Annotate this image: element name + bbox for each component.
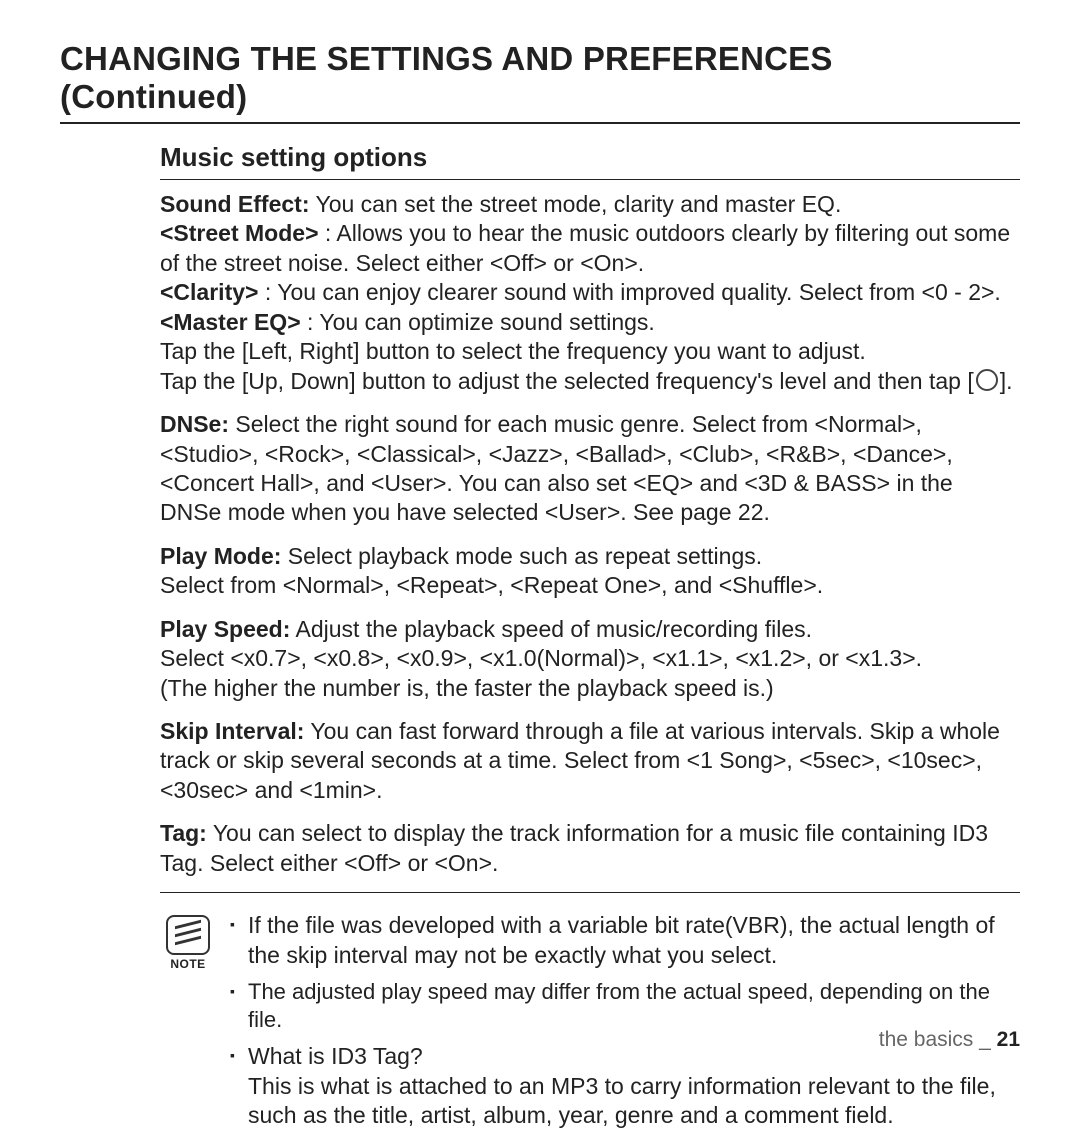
note-item-1: If the file was developed with a variabl… [230,911,1020,970]
sound-effect-label: Sound Effect: [160,191,310,217]
footer-section: the basics _ [879,1028,997,1051]
id3-text: This is what is attached to an MP3 to ca… [248,1073,996,1128]
page-footer: the basics _ 21 [879,1028,1020,1052]
play-mode-text2: Select from <Normal>, <Repeat>, <Repeat … [160,572,823,598]
eq-instr-1: Tap the [Left, Right] button to select t… [160,338,866,364]
note-icon [166,915,210,955]
tag-text: You can select to display the track info… [160,820,988,875]
tag-label: Tag: [160,820,207,846]
skip-interval-block: Skip Interval: You can fast forward thro… [160,717,1020,805]
play-mode-text: Select playback mode such as repeat sett… [281,543,762,569]
note-item-3: What is ID3 Tag? This is what is attache… [230,1042,1020,1130]
play-mode-label: Play Mode: [160,543,281,569]
note-section: NOTE If the file was developed with a va… [160,911,1020,1139]
master-eq-text: : You can optimize sound settings. [301,309,655,335]
subtitle-rule [160,179,1020,180]
select-button-icon [976,369,998,391]
dnse-text: Select the right sound for each music ge… [160,411,953,525]
eq-instr-2a: Tap the [Up, Down] button to adjust the … [160,368,974,394]
play-mode-block: Play Mode: Select playback mode such as … [160,542,1020,601]
tag-block: Tag: You can select to display the track… [160,819,1020,878]
id3-heading: What is ID3 Tag? [248,1043,423,1069]
eq-instr-2b: ]. [1000,368,1013,394]
title-rule [60,122,1020,124]
dnse-label: DNSe: [160,411,229,437]
page-title: CHANGING THE SETTINGS AND PREFERENCES (C… [60,40,1020,116]
bottom-rule [160,892,1020,893]
play-speed-block: Play Speed: Adjust the playback speed of… [160,615,1020,703]
master-eq-label: <Master EQ> [160,309,301,335]
dnse-block: DNSe: Select the right sound for each mu… [160,410,1020,528]
play-speed-text: Adjust the playback speed of music/recor… [290,616,812,642]
play-speed-text3: (The higher the number is, the faster th… [160,675,774,701]
skip-interval-label: Skip Interval: [160,718,304,744]
section-subtitle: Music setting options [160,142,1020,173]
street-mode-label: <Street Mode> [160,220,319,246]
play-speed-label: Play Speed: [160,616,290,642]
note-item-2: The adjusted play speed may differ from … [230,978,1020,1034]
footer-page-number: 21 [997,1028,1020,1051]
play-speed-text2: Select <x0.7>, <x0.8>, <x0.9>, <x1.0(Nor… [160,645,922,671]
body-text: Sound Effect: You can set the street mod… [160,190,1020,878]
sound-effect-block: Sound Effect: You can set the street mod… [160,190,1020,396]
note-label: NOTE [160,957,216,971]
clarity-text: : You can enjoy clearer sound with impro… [258,279,1000,305]
clarity-label: <Clarity> [160,279,258,305]
sound-effect-text: You can set the street mode, clarity and… [310,191,842,217]
